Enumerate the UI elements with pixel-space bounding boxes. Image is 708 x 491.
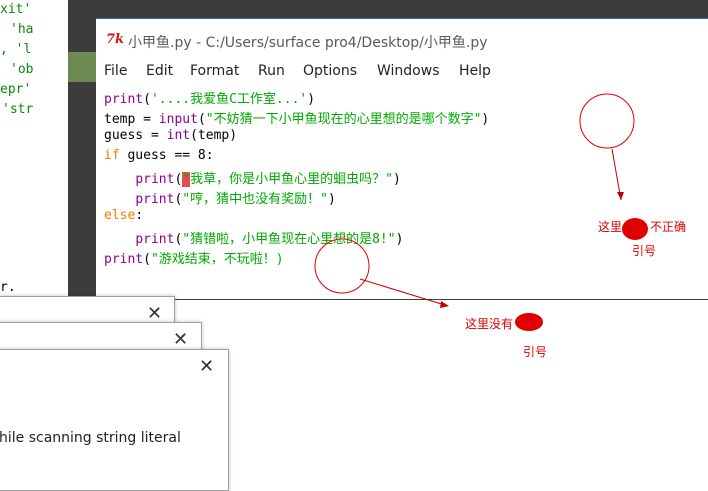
- annotation-note-1: 这里: [598, 220, 623, 234]
- arrowhead-icon: [440, 301, 449, 308]
- annotation-note-2: 这里没有: [465, 317, 514, 331]
- scribble-redaction: [515, 313, 543, 331]
- annotation-circle-1: [579, 93, 635, 149]
- annotation-note-2: 引号: [523, 345, 548, 359]
- annotation-layer: [314, 93, 635, 308]
- annotation-note-1: 不正确: [650, 220, 687, 234]
- annotation-arrow-2: [359, 278, 449, 307]
- annotation-note-1: 引号: [632, 244, 657, 258]
- arrowhead-icon: [617, 192, 624, 200]
- annotation-circle-2: [314, 238, 370, 294]
- scribble-redaction: [622, 218, 648, 240]
